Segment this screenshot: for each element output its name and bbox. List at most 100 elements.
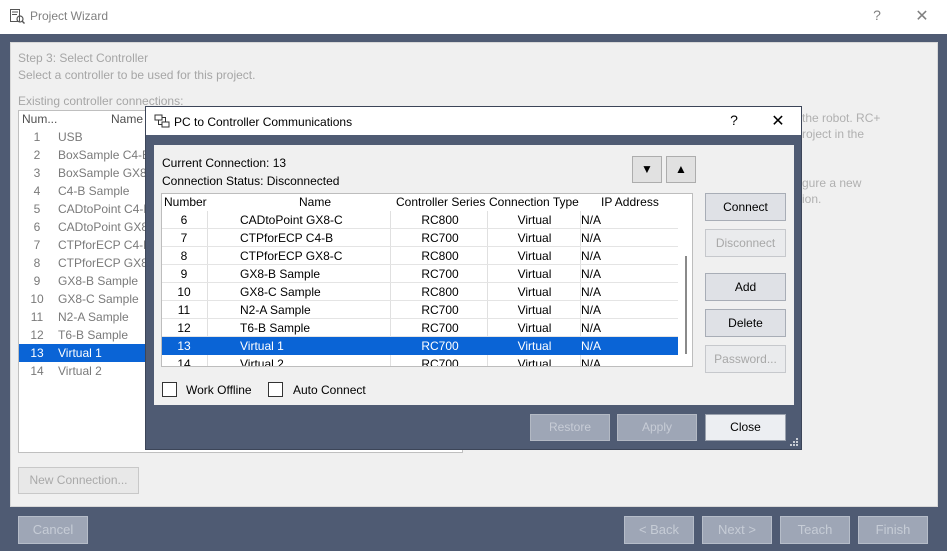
step-subtitle: Select a controller to be used for this …: [18, 68, 256, 82]
disconnect-button[interactable]: Disconnect: [705, 229, 786, 257]
list-item-number: 9: [33, 274, 41, 288]
list-item-name: Virtual 1: [58, 346, 102, 360]
connection-status-text: Connection Status: Disconnected: [162, 174, 340, 188]
close-button[interactable]: Close: [705, 414, 786, 441]
apply-button[interactable]: Apply: [617, 414, 697, 441]
scrollbar-thumb[interactable]: [685, 256, 687, 354]
list-item-number: 10: [30, 292, 44, 306]
cell-name: N2-A Sample: [240, 303, 311, 317]
cell-name: GX8-B Sample: [240, 267, 321, 281]
grid-header: Number Name Controller Series Connection…: [162, 194, 692, 211]
table-row[interactable]: 13 Virtual 1 RC700 Virtual N/A: [162, 337, 678, 355]
list-item-number: 6: [33, 220, 41, 234]
finish-button[interactable]: Finish: [858, 516, 928, 544]
cell-name: T6-B Sample: [240, 321, 311, 335]
cell-type: Virtual: [517, 285, 552, 299]
cell-name: Virtual 1: [240, 339, 284, 353]
cell-series: RC800: [421, 213, 459, 227]
table-row[interactable]: 8 CTPforECP GX8-C RC800 Virtual N/A: [162, 247, 678, 265]
table-row[interactable]: 12 T6-B Sample RC700 Virtual N/A: [162, 319, 678, 337]
list-header-name[interactable]: Name: [111, 112, 143, 126]
teach-button[interactable]: Teach: [780, 516, 850, 544]
auto-connect-label[interactable]: Auto Connect: [293, 383, 366, 397]
restore-button[interactable]: Restore: [530, 414, 610, 441]
cell-series: RC700: [421, 303, 459, 317]
auto-connect-checkbox[interactable]: [268, 382, 283, 397]
list-item-name: CTPforECP GX8-: [58, 256, 152, 270]
list-item-name: Virtual 2: [58, 364, 102, 378]
list-item-number: 1: [33, 130, 41, 144]
cell-ip: N/A: [581, 357, 602, 367]
move-up-button[interactable]: ▲: [666, 156, 696, 183]
cell-type: Virtual: [517, 231, 552, 245]
list-item-number: 14: [30, 364, 44, 378]
table-row[interactable]: 6 CADtoPoint GX8-C RC800 Virtual N/A: [162, 211, 678, 229]
grid-scrollbar[interactable]: [679, 194, 692, 366]
cell-ip: N/A: [581, 231, 602, 245]
arrow-down-icon: ▼: [641, 162, 653, 176]
cell-type: Virtual: [517, 213, 552, 227]
table-row[interactable]: 10 GX8-C Sample RC800 Virtual N/A: [162, 283, 678, 301]
dialog-panel: Current Connection: 13 Connection Status…: [154, 145, 794, 405]
connect-button[interactable]: Connect: [705, 193, 786, 221]
cell-number: 6: [180, 213, 188, 227]
cell-ip: N/A: [581, 339, 602, 353]
cell-series: RC700: [421, 321, 459, 335]
cell-number: 8: [180, 249, 188, 263]
cell-number: 9: [180, 267, 188, 281]
list-item-name: BoxSample C4-B: [58, 148, 151, 162]
table-row[interactable]: 11 N2-A Sample RC700 Virtual N/A: [162, 301, 678, 319]
list-item-number: 11: [30, 310, 44, 324]
list-item-number: 4: [33, 184, 41, 198]
dialog-title: PC to Controller Communications: [174, 115, 353, 129]
delete-button[interactable]: Delete: [705, 309, 786, 337]
project-wizard-icon: [10, 9, 25, 24]
next-button[interactable]: Next >: [702, 516, 772, 544]
step-title: Step 3: Select Controller: [18, 51, 149, 65]
cell-type: Virtual: [517, 339, 552, 353]
list-item-number: 2: [33, 148, 41, 162]
move-down-button[interactable]: ▼: [632, 156, 662, 183]
list-item-number: 8: [33, 256, 41, 270]
table-row[interactable]: 9 GX8-B Sample RC700 Virtual N/A: [162, 265, 678, 283]
list-header-num[interactable]: Num...: [22, 112, 57, 126]
list-item-number: 12: [30, 328, 44, 342]
cell-number: 11: [177, 303, 191, 317]
column-header-number[interactable]: Number: [164, 195, 207, 209]
list-item-name: GX8-B Sample: [58, 274, 139, 288]
cell-ip: N/A: [581, 285, 602, 299]
work-offline-checkbox[interactable]: [162, 382, 177, 397]
add-button[interactable]: Add: [705, 273, 786, 301]
table-row[interactable]: 7 CTPforECP C4-B RC700 Virtual N/A: [162, 229, 678, 247]
list-item-name: GX8-C Sample: [58, 292, 139, 306]
resize-grip-icon[interactable]: [789, 437, 799, 447]
side-description-line: the robot. RC+: [802, 111, 881, 125]
list-item-number: 5: [33, 202, 41, 216]
window-title: Project Wizard: [30, 9, 109, 23]
cell-number: 10: [177, 285, 191, 299]
window-help-button[interactable]: ?: [866, 7, 888, 27]
cell-series: RC700: [421, 357, 459, 367]
column-header-ip[interactable]: IP Address: [601, 195, 659, 209]
cell-series: RC700: [421, 339, 459, 353]
connections-grid[interactable]: Number Name Controller Series Connection…: [161, 193, 693, 367]
window-close-button[interactable]: ✕: [910, 6, 934, 28]
cell-series: RC700: [421, 231, 459, 245]
column-header-type[interactable]: Connection Type: [489, 195, 579, 209]
dialog-help-button[interactable]: ?: [724, 112, 744, 128]
cell-ip: N/A: [581, 249, 602, 263]
cancel-button[interactable]: Cancel: [18, 516, 88, 544]
cell-number: 14: [177, 357, 191, 367]
column-header-series[interactable]: Controller Series: [396, 195, 485, 209]
new-connection-button[interactable]: New Connection...: [18, 467, 139, 494]
back-button[interactable]: < Back: [624, 516, 694, 544]
password-button[interactable]: Password...: [705, 345, 786, 373]
communication-icon: [154, 114, 170, 128]
cell-name: CADtoPoint GX8-C: [240, 213, 343, 227]
list-item-number: 7: [33, 238, 41, 252]
pc-to-controller-dialog: PC to Controller Communications ? ✕ Curr…: [145, 106, 802, 450]
column-header-name[interactable]: Name: [299, 195, 331, 209]
dialog-close-icon-button[interactable]: ✕: [768, 111, 788, 131]
table-row[interactable]: 14 Virtual 2 RC700 Virtual N/A: [162, 355, 678, 367]
work-offline-label[interactable]: Work Offline: [186, 383, 252, 397]
